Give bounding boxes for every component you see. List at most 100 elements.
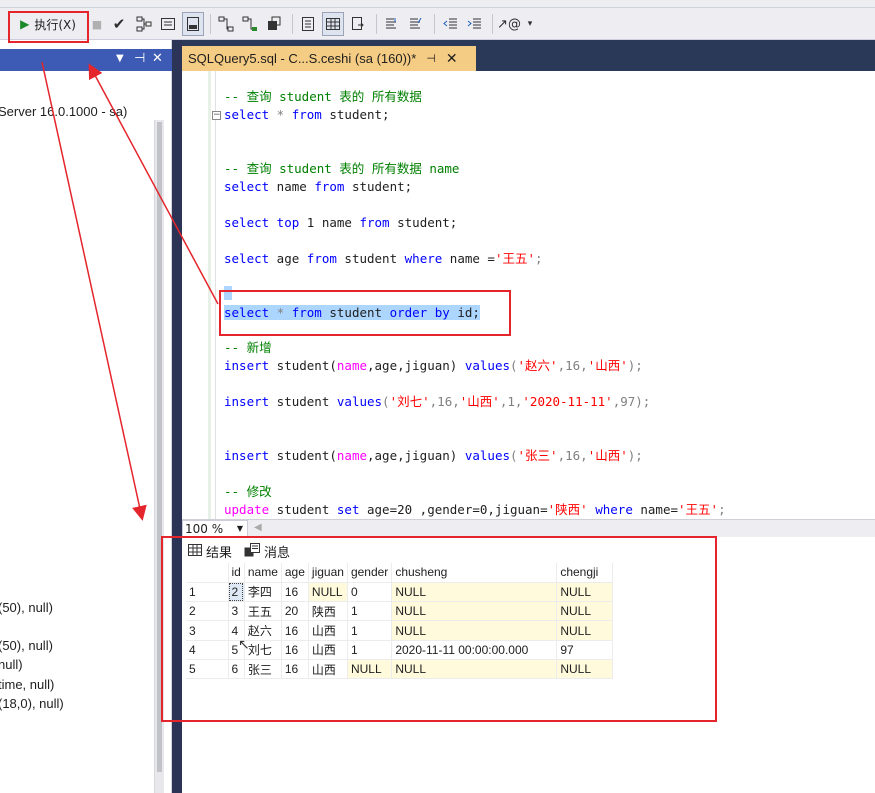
grid-cell[interactable]: NULL	[391, 620, 558, 641]
panel-dropdown-icon[interactable]: ▼	[116, 53, 124, 64]
row-number[interactable]: 3	[186, 620, 229, 641]
grid-header-row: id name age jiguan gender chusheng cheng…	[186, 563, 614, 583]
tree-column-node[interactable]: null)	[0, 657, 23, 672]
query-options-icon[interactable]	[158, 12, 178, 36]
increase-indent-icon[interactable]	[464, 12, 484, 36]
estimated-plan-icon[interactable]	[134, 12, 154, 36]
grid-cell[interactable]: NULL	[347, 659, 393, 680]
parse-check-icon[interactable]: ✔	[110, 12, 128, 36]
code-line-11: insert student(name,age,jiguan) values('…	[224, 448, 643, 463]
tree-column-node[interactable]: (50), null)	[0, 638, 53, 653]
grid-cell[interactable]: 16	[281, 659, 309, 680]
grid-cell[interactable]: 2	[228, 582, 245, 603]
grid-cell[interactable]: 97	[556, 640, 614, 660]
tree-column-node[interactable]: (18,0), null)	[0, 696, 64, 711]
grid-cell[interactable]: 2020-11-11 00:00:00.000	[391, 640, 558, 660]
stop-icon[interactable]: ■	[90, 12, 104, 36]
results-pane: 结果 消息 id name age jiguan gender chusheng…	[182, 537, 875, 793]
results-to-file-icon[interactable]	[348, 12, 368, 36]
panel-close-icon[interactable]: ✕	[152, 51, 163, 66]
query-editor[interactable]: -- 查询 student 表的 所有数据 − select * from st…	[182, 71, 875, 519]
row-number[interactable]: 1	[186, 582, 229, 603]
row-number[interactable]: 5	[186, 659, 229, 680]
grid-cell[interactable]: 1	[347, 640, 393, 660]
grid-cell[interactable]: NULL	[556, 620, 614, 641]
table-row[interactable]: 5 6 张三 16 山西 NULL NULL NULL	[186, 659, 614, 680]
include-plan-icon[interactable]	[216, 12, 236, 36]
grid-cell[interactable]: NULL	[556, 601, 614, 622]
grid-cell[interactable]: 刘七	[244, 640, 282, 660]
grid-cell[interactable]: 王五	[244, 601, 282, 622]
grid-cell[interactable]: 赵六	[244, 620, 282, 641]
grid-cell[interactable]: 山西	[308, 620, 348, 641]
tree-server-node[interactable]: Server 16.0.1000 - sa)	[0, 104, 127, 119]
row-number[interactable]: 4	[186, 640, 229, 660]
tab-messages-label: 消息	[264, 544, 291, 560]
grid-cell[interactable]: 20	[281, 601, 309, 622]
grid-cell[interactable]: 山西	[308, 659, 348, 680]
client-stats-icon[interactable]	[264, 12, 284, 36]
mouse-cursor-icon: ↖	[238, 637, 250, 653]
grid-cell[interactable]: 0	[347, 582, 393, 603]
column-header[interactable]: age	[281, 563, 309, 583]
grid-cell[interactable]: 1	[347, 620, 393, 641]
table-row[interactable]: 2 3 王五 20 陕西 1 NULL NULL	[186, 601, 614, 622]
column-header[interactable]: jiguan	[308, 563, 348, 583]
window-splitter[interactable]	[172, 40, 182, 793]
column-header[interactable]: id	[228, 563, 245, 583]
grid-cell[interactable]: NULL	[391, 582, 558, 603]
grid-cell[interactable]: 陕西	[308, 601, 348, 622]
grid-cell[interactable]: 3	[228, 601, 245, 622]
column-header[interactable]: gender	[347, 563, 393, 583]
decrease-indent-icon[interactable]	[440, 12, 460, 36]
results-to-grid-icon[interactable]	[322, 12, 344, 36]
tab-sqlquery5[interactable]: SQLQuery5.sql - C...S.ceshi (sa (160))* …	[182, 46, 476, 71]
grid-cell[interactable]: 李四	[244, 582, 282, 603]
uncomment-lines-icon[interactable]	[406, 12, 426, 36]
code-line-4: select name from student;	[224, 179, 413, 194]
grid-cell[interactable]: NULL	[308, 582, 348, 603]
tab-close-icon[interactable]: ✕	[446, 50, 458, 67]
messages-icon	[244, 542, 261, 560]
tree-column-node[interactable]: time, null)	[0, 677, 54, 692]
row-number[interactable]: 2	[186, 601, 229, 622]
zoom-select[interactable]: 100 % ▼	[182, 520, 248, 537]
tab-messages[interactable]: 消息	[238, 542, 296, 561]
execute-button[interactable]: ▶ 执行(X)	[10, 12, 86, 36]
toolbar-separator	[292, 14, 293, 34]
grid-cell[interactable]: 16	[281, 620, 309, 641]
grid-cell[interactable]: 16	[281, 640, 309, 660]
tree-column-node[interactable]: (50), null)	[0, 600, 53, 615]
results-grid[interactable]: id name age jiguan gender chusheng cheng…	[186, 563, 614, 680]
object-explorer-scrollbar[interactable]	[154, 120, 164, 793]
row-number-header	[186, 563, 229, 583]
column-header[interactable]: name	[244, 563, 282, 583]
grid-icon	[188, 543, 202, 559]
column-header[interactable]: chusheng	[391, 563, 558, 583]
grid-cell[interactable]: 1	[347, 601, 393, 622]
table-row[interactable]: 3 4 赵六 16 山西 1 NULL NULL	[186, 620, 614, 641]
table-row[interactable]: 4 5 刘七 16 山西 1 2020-11-11 00:00:00.000 9…	[186, 640, 614, 660]
scroll-left-icon[interactable]: ◀	[254, 522, 262, 533]
table-row[interactable]: 1 2 李四 16 NULL 0 NULL NULL	[186, 582, 614, 603]
grid-cell[interactable]: 张三	[244, 659, 282, 680]
column-header[interactable]: chengji	[556, 563, 614, 583]
grid-cell[interactable]: NULL	[556, 582, 614, 603]
grid-cell[interactable]: NULL	[391, 601, 558, 622]
grid-cell[interactable]: NULL	[556, 659, 614, 680]
collapse-toggle-icon[interactable]: −	[212, 111, 221, 120]
toolbar-overflow-icon[interactable]: ▾	[524, 12, 536, 36]
specify-template-values-icon[interactable]: ↗@	[497, 12, 521, 36]
panel-pin-icon[interactable]: ⊣	[134, 51, 145, 66]
grid-cell[interactable]: 6	[228, 659, 245, 680]
grid-cell[interactable]: NULL	[391, 659, 558, 680]
grid-cell[interactable]: 山西	[308, 640, 348, 660]
live-stats-icon[interactable]	[240, 12, 260, 36]
grid-cell[interactable]: 16	[281, 582, 309, 603]
tab-pin-icon[interactable]: ⊣	[426, 52, 436, 65]
results-to-text-icon[interactable]	[298, 12, 318, 36]
intellisense-toggle-icon[interactable]	[182, 12, 204, 36]
comment-lines-icon[interactable]	[382, 12, 402, 36]
tab-results[interactable]: 结果	[182, 542, 238, 561]
scrollbar-thumb[interactable]	[157, 122, 162, 772]
